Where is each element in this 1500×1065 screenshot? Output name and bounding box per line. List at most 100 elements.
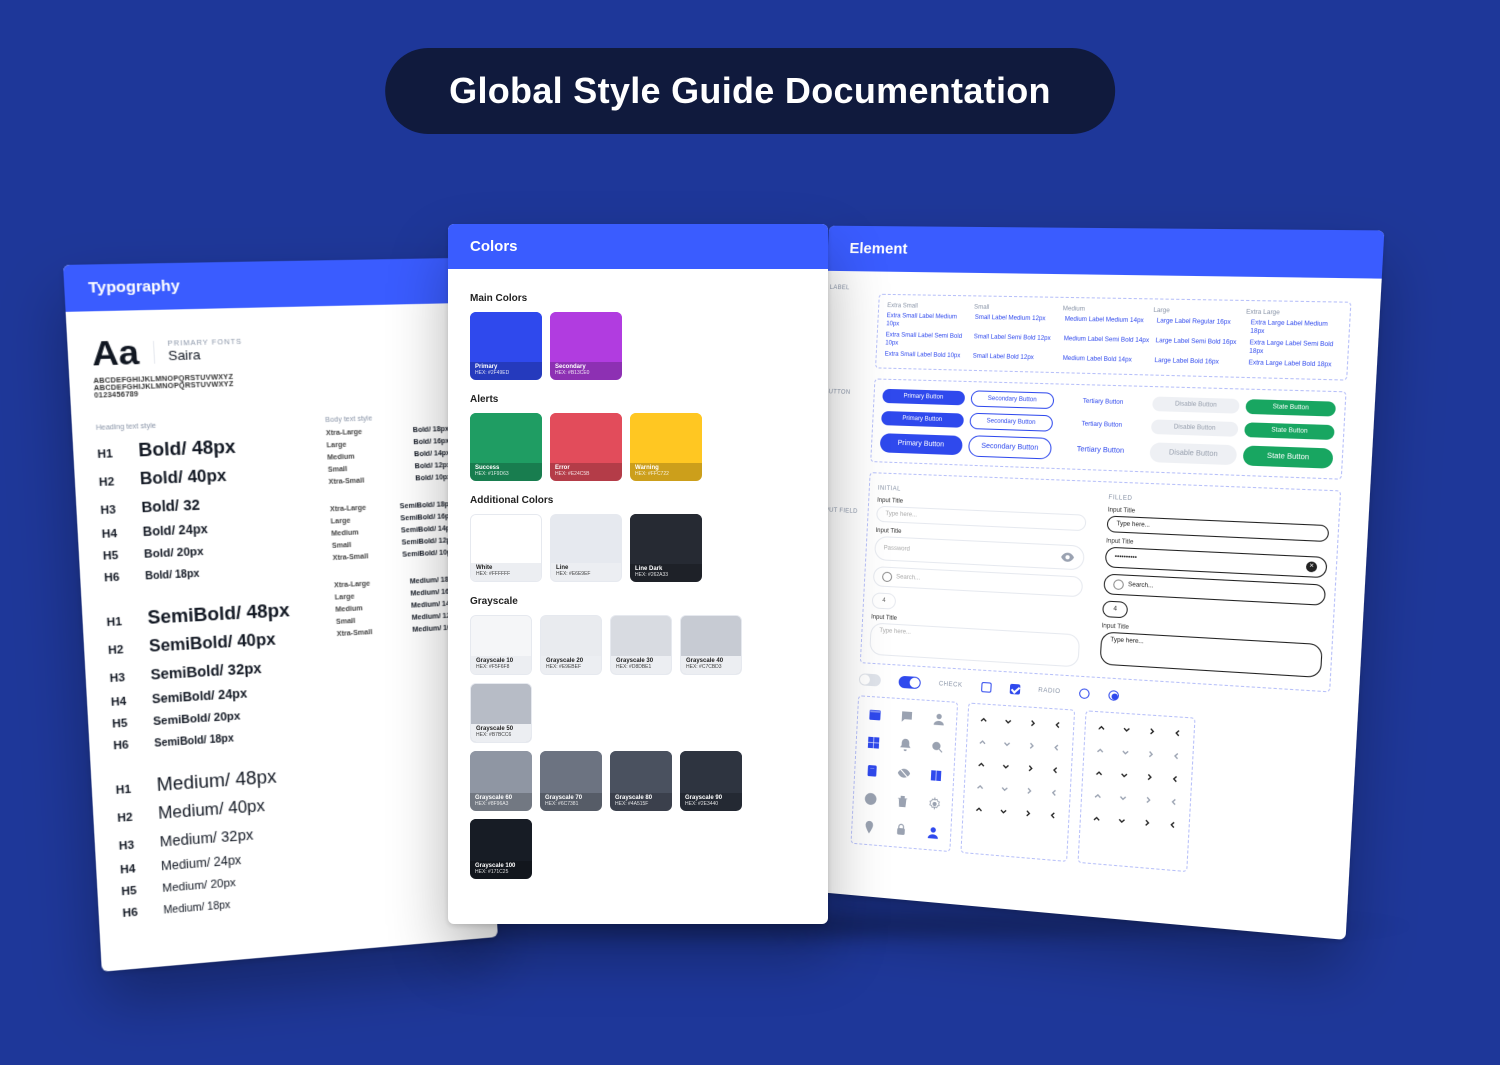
- book-icon: [929, 768, 944, 783]
- label-sample: Extra Large Label Semi Bold 18px: [1249, 340, 1339, 358]
- color-swatch: Grayscale 100HEX: #171C25: [470, 819, 532, 879]
- body-size-label: Large: [331, 518, 351, 526]
- toggle-on[interactable]: [898, 675, 921, 689]
- body-spec: SemiBold/ 12px: [402, 537, 455, 547]
- label-sample: Large Label Regular 16px: [1156, 318, 1244, 335]
- heading-spec: Medium/ 24px: [161, 853, 242, 874]
- heading-level: H3: [100, 503, 131, 517]
- body-spec: SemiBold/ 18px: [400, 501, 453, 510]
- chevron-right-icon: [1146, 725, 1157, 736]
- disabled-button-lg: Disable Button: [1149, 442, 1237, 465]
- colors-section-grayscale: Grayscale: [470, 596, 806, 607]
- number-stepper-filled[interactable]: 4: [1102, 600, 1128, 618]
- heading-spec: Bold/ 18px: [145, 569, 200, 583]
- radio-checked[interactable]: [1108, 690, 1119, 701]
- heading-level: H5: [112, 716, 143, 730]
- secondary-button-sm[interactable]: Secondary Button: [970, 390, 1055, 409]
- heading-level: H2: [99, 475, 130, 489]
- label-sample: Extra Large Label Medium 18px: [1250, 320, 1340, 338]
- body-size-label: Medium: [335, 605, 363, 614]
- panel-element-header: Element: [827, 226, 1385, 279]
- state-button-sm[interactable]: State Button: [1246, 399, 1336, 416]
- body-section-label: Body text style: [325, 413, 448, 424]
- heading-level: H6: [113, 738, 144, 752]
- label-sample: Medium Label Medium 14px: [1064, 317, 1150, 334]
- chevrons-box-2: [1078, 710, 1196, 872]
- body-size-label: Medium: [327, 454, 355, 462]
- heading-spec: SemiBold/ 24px: [152, 686, 248, 706]
- state-button-md[interactable]: State Button: [1245, 422, 1335, 440]
- color-swatch: Grayscale 40HEX: #C7CBD3: [680, 615, 742, 675]
- panel-colors-header: Colors: [448, 224, 828, 269]
- chevron-up-icon: [1091, 813, 1102, 824]
- primary-button-lg[interactable]: Primary Button: [880, 433, 963, 455]
- heading-spec: Medium/ 40px: [158, 798, 266, 824]
- chevron-left-icon: [1052, 719, 1063, 730]
- color-swatch: SuccessHEX: #1F9D63: [470, 413, 542, 481]
- tertiary-button-sm[interactable]: Tertiary Button: [1060, 393, 1146, 410]
- chevron-up-icon: [1094, 767, 1105, 778]
- disabled-button-md: Disable Button: [1151, 419, 1239, 436]
- tertiary-button-lg[interactable]: Tertiary Button: [1057, 439, 1144, 462]
- chevron-down-icon: [1119, 769, 1130, 780]
- heading-spec: Medium/ 48px: [156, 766, 277, 796]
- page-title: Global Style Guide Documentation: [385, 48, 1115, 134]
- chevron-down-icon: [1003, 716, 1014, 727]
- user-fill-icon: [926, 824, 941, 839]
- primary-button-sm[interactable]: Primary Button: [882, 388, 965, 405]
- secondary-button-md[interactable]: Secondary Button: [969, 412, 1054, 431]
- body-size-label: Xtra-Large: [330, 505, 367, 514]
- heading-spec: Medium/ 18px: [163, 900, 230, 917]
- check-label: CHECK: [939, 681, 963, 689]
- chevron-left-icon: [1051, 742, 1062, 753]
- checkbox-checked[interactable]: [1009, 683, 1020, 694]
- label-sample: Medium Label Semi Bold 14px: [1063, 336, 1149, 353]
- heading-spec: Bold/ 20px: [144, 546, 204, 561]
- radio-unchecked[interactable]: [1079, 688, 1090, 699]
- body-size-label: Xtra-Large: [334, 581, 370, 590]
- label-col-head: Medium: [1063, 306, 1154, 314]
- checkbox-unchecked[interactable]: [981, 681, 992, 692]
- chevron-right-icon: [1026, 740, 1037, 751]
- icons-box: [851, 695, 959, 852]
- color-swatch: WhiteHEX: #FFFFFF: [470, 514, 542, 582]
- secondary-button-lg[interactable]: Secondary Button: [968, 435, 1053, 459]
- chevron-down-icon: [999, 783, 1010, 794]
- clear-icon[interactable]: ×: [1306, 561, 1318, 572]
- user-icon: [932, 711, 947, 726]
- chevron-up-icon: [1095, 745, 1106, 756]
- color-swatch: WarningHEX: #FFC722: [630, 413, 702, 481]
- body-spec: Bold/ 18px: [413, 426, 449, 434]
- buttons-box: Primary Button Secondary Button Tertiary…: [870, 378, 1346, 479]
- primary-font-name: Saira: [168, 346, 244, 363]
- toggle-off[interactable]: [859, 673, 881, 686]
- chevron-right-icon: [1025, 762, 1036, 773]
- heading-spec: SemiBold/ 40px: [149, 631, 276, 657]
- heading-level: H6: [122, 905, 153, 920]
- chevron-left-icon: [1171, 750, 1182, 761]
- panel-colors: Colors Main Colors PrimaryHEX: #2F49EDSe…: [448, 224, 828, 924]
- label-sample: Small Label Bold 12px: [972, 354, 1056, 364]
- color-swatch: PrimaryHEX: #2F49ED: [470, 312, 542, 380]
- trash-icon: [895, 793, 910, 808]
- eye-icon[interactable]: [1060, 549, 1075, 564]
- chevron-down-icon: [1116, 815, 1127, 826]
- chevron-down-icon: [1002, 738, 1013, 749]
- primary-button-md[interactable]: Primary Button: [881, 410, 964, 427]
- state-button-lg[interactable]: State Button: [1243, 445, 1333, 468]
- chevron-left-icon: [1050, 764, 1061, 775]
- heading-spec: SemiBold/ 48px: [147, 600, 290, 629]
- chevron-up-icon: [975, 781, 986, 792]
- chevron-right-icon: [1027, 717, 1038, 728]
- color-swatch: LineHEX: #E6E9EF: [550, 514, 622, 582]
- number-stepper-initial[interactable]: 4: [872, 592, 897, 609]
- label-sample: Extra Small Label Medium 10px: [886, 313, 969, 330]
- bell-icon: [898, 737, 913, 752]
- tertiary-button-md[interactable]: Tertiary Button: [1059, 416, 1145, 433]
- panel-element: Element LABEL Extra SmallSmallMediumLarg…: [795, 226, 1384, 940]
- section-label-button: BUTTON: [824, 389, 850, 396]
- chevron-down-icon: [1121, 724, 1132, 735]
- heading-section-label: Heading text style: [96, 418, 305, 432]
- heading-spec: Bold/ 48px: [138, 436, 236, 461]
- panel-typography: Typography Aa PRIMARY FONTS Saira ABCDEF…: [63, 258, 498, 972]
